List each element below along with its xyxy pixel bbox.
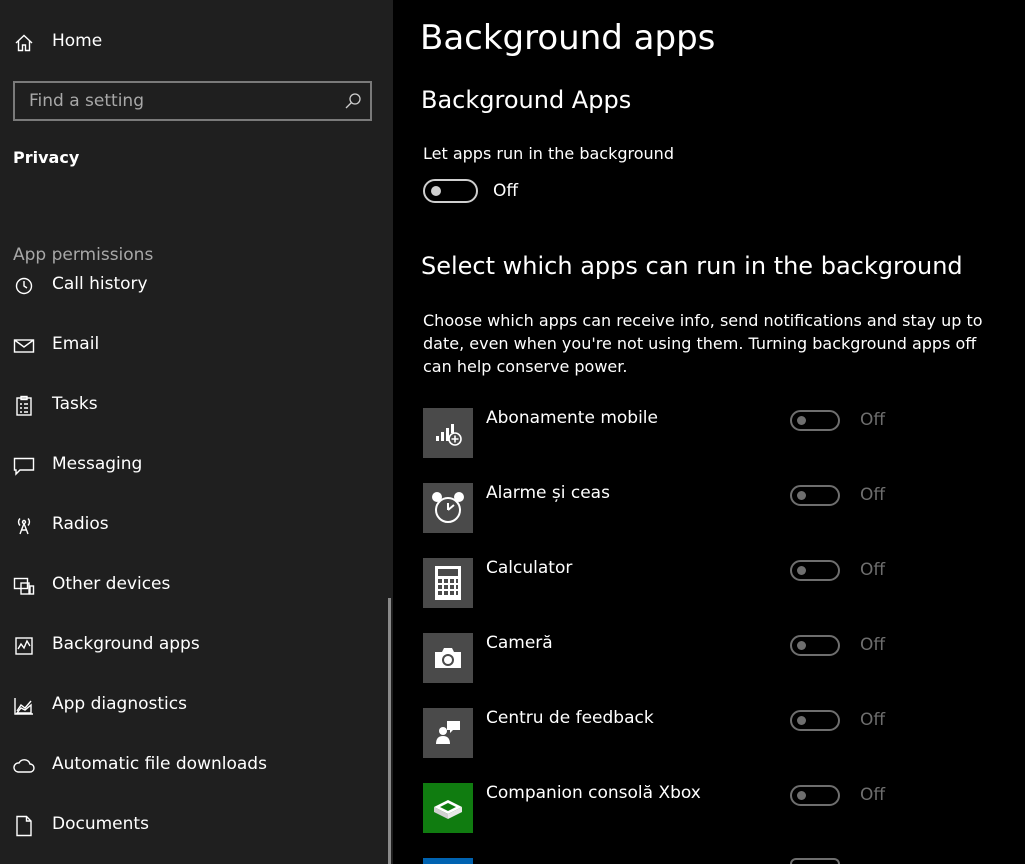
app-name: Alarme și ceas	[486, 483, 610, 503]
toggle-knob	[797, 641, 806, 650]
app-toggle[interactable]	[790, 560, 840, 581]
xbox-console-icon	[423, 783, 473, 833]
toggle-knob	[797, 566, 806, 575]
app-toggle[interactable]	[790, 785, 840, 806]
main-panel: Background apps Background Apps Let apps…	[393, 0, 1025, 864]
section-title-select-apps: Select which apps can run in the backgro…	[421, 252, 963, 280]
search-input[interactable]	[15, 83, 335, 119]
sidebar-item-label: Automatic file downloads	[52, 754, 267, 774]
home-icon	[13, 32, 35, 54]
app-name: Cameră	[486, 633, 553, 653]
sidebar-item-messaging[interactable]: Messaging	[0, 442, 385, 490]
app-name: Abonamente mobile	[486, 408, 658, 428]
sidebar-item-other-devices[interactable]: Other devices	[0, 562, 385, 610]
sidebar-item-radios[interactable]: Radios	[0, 502, 385, 550]
radio-icon	[13, 515, 35, 537]
app-toggle[interactable]	[790, 485, 840, 506]
cloud-icon	[13, 755, 35, 777]
sidebar-item-label: App diagnostics	[52, 694, 187, 714]
app-row: Calculator Off	[423, 558, 983, 608]
toggle-knob	[797, 791, 806, 800]
mobile-signal-icon	[423, 408, 473, 458]
camera-icon	[423, 633, 473, 683]
sidebar-scrollbar[interactable]	[388, 598, 391, 864]
master-toggle[interactable]	[423, 179, 478, 203]
app-toggle-state: Off	[860, 560, 886, 580]
page-title: Background apps	[420, 18, 716, 58]
app-row: Cameră Off	[423, 633, 983, 683]
partial-app-tile	[423, 858, 473, 864]
app-toggle-state: Off	[860, 485, 886, 505]
sidebar-item-label: Email	[52, 334, 100, 354]
subtitle: Background Apps	[421, 86, 632, 114]
app-name: Calculator	[486, 558, 573, 578]
app-toggle[interactable]	[790, 410, 840, 431]
description: Choose which apps can receive info, send…	[423, 311, 983, 376]
master-toggle-label: Let apps run in the background	[423, 144, 674, 163]
sidebar-item-label: Background apps	[52, 634, 200, 654]
toggle-knob	[797, 491, 806, 500]
app-toggle[interactable]	[790, 635, 840, 656]
sidebar-item-label: Call history	[52, 274, 148, 294]
sidebar-item-app-diagnostics[interactable]: App diagnostics	[0, 682, 385, 730]
toggle-knob	[797, 716, 806, 725]
tasks-icon	[13, 395, 35, 417]
sidebar-item-label: Documents	[52, 814, 149, 834]
alarm-clock-icon	[423, 483, 473, 533]
app-name: Companion consolă Xbox	[486, 783, 701, 803]
search-box	[13, 81, 372, 121]
feedback-icon	[423, 708, 473, 758]
sidebar-item-automatic-file-downloads[interactable]: Automatic file downloads	[0, 742, 385, 790]
app-toggle[interactable]	[790, 710, 840, 731]
partial-app-toggle[interactable]	[790, 858, 840, 864]
diagnostics-icon	[13, 695, 35, 717]
mail-icon	[13, 335, 35, 357]
app-row: Abonamente mobile Off	[423, 408, 983, 458]
app-toggle-state: Off	[860, 785, 886, 805]
app-name: Centru de feedback	[486, 708, 654, 728]
app-row: Centru de feedback Off	[423, 708, 983, 758]
background-apps-icon	[13, 635, 35, 657]
message-icon	[13, 455, 35, 477]
app-toggle-state: Off	[860, 635, 886, 655]
sidebar-item-email[interactable]: Email	[0, 322, 385, 370]
sidebar-item-label: Tasks	[52, 394, 98, 414]
group-title-app-permissions: App permissions	[13, 243, 383, 269]
sidebar-item-call-history[interactable]: Call history	[0, 262, 385, 310]
app-toggle-state: Off	[860, 410, 886, 430]
sidebar: Home Privacy Call history App permiss	[0, 0, 393, 864]
devices-icon	[13, 575, 35, 597]
sidebar-item-tasks[interactable]: Tasks	[0, 382, 385, 430]
app-toggle-state: Off	[860, 710, 886, 730]
search-icon[interactable]	[344, 92, 362, 110]
nav-home[interactable]: Home	[0, 22, 393, 62]
sidebar-item-label: Radios	[52, 514, 109, 534]
app-row: Companion consolă Xbox Off	[423, 783, 983, 833]
history-icon	[13, 275, 35, 297]
master-toggle-state: Off	[493, 181, 519, 201]
document-icon	[13, 815, 35, 837]
toggle-knob	[797, 416, 806, 425]
sidebar-item-label: Other devices	[52, 574, 171, 594]
section-title-privacy: Privacy	[13, 148, 80, 167]
settings-window: Home Privacy Call history App permiss	[0, 0, 1025, 864]
sidebar-item-background-apps[interactable]: Background apps	[0, 622, 385, 670]
calculator-icon	[423, 558, 473, 608]
nav-home-label: Home	[52, 31, 103, 51]
sidebar-item-documents[interactable]: Documents	[0, 802, 385, 850]
toggle-knob	[431, 186, 441, 196]
sidebar-item-label: Messaging	[52, 454, 143, 474]
app-row: Alarme și ceas Off	[423, 483, 983, 533]
